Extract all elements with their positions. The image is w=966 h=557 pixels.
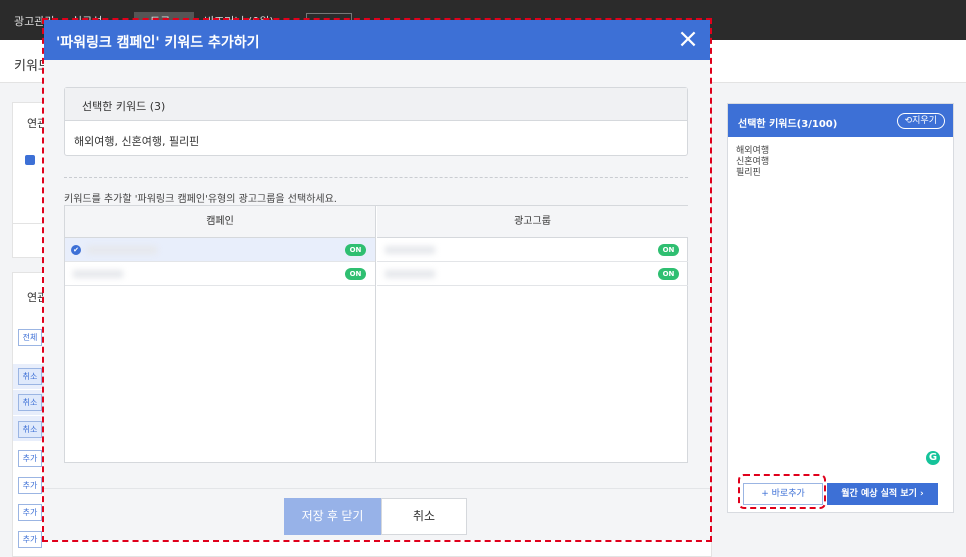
column-header: 광고그룹 [377,206,688,238]
selected-keywords-side-panel: 선택한 키워드(3/100) ⟲지우기 해외여행 신혼여행 필리핀 G + 바로… [727,103,954,513]
selected-keywords-content: 해외여행, 신혼여행, 필리핀 [74,135,200,148]
blurred-campaign-name [87,246,157,254]
on-status-badge: ON [345,244,366,256]
divider [64,177,688,178]
side-panel-header: 선택한 키워드(3/100) ⟲지우기 [728,104,953,137]
row-cancel-button[interactable]: 취소 [18,394,42,411]
add-now-button[interactable]: + 바로추가 [743,483,823,505]
modal-header: '파워링크 캠페인' 키워드 추가하기 × [44,20,710,60]
campaign-column: 캠페인 ✔ ON ON [65,206,376,462]
selected-keyword-list: 해외여행 신혼여행 필리핀 [736,146,769,179]
select-all-button[interactable]: 전체 [18,329,42,346]
adgroup-row[interactable]: ON [377,262,688,286]
row-add-button[interactable]: 추가 [18,477,42,494]
list-item: 해외여행 [736,146,770,156]
on-status-badge: ON [658,268,679,280]
list-item: 신혼여행 [736,157,770,167]
modal-title: '파워링크 캠페인' 키워드 추가하기 [56,35,260,51]
clear-button[interactable]: ⟲지우기 [896,113,945,129]
campaign-row[interactable]: ON [65,262,375,286]
list-item: 필리핀 [736,168,761,178]
adgroup-column: 광고그룹 ON ON [377,206,688,462]
cancel-button[interactable]: 취소 [381,498,467,535]
close-icon[interactable]: × [674,24,702,54]
adgroup-row[interactable]: ON [377,238,688,262]
add-keyword-modal: '파워링크 캠페인' 키워드 추가하기 × 선택한 키워드 (3) 해외여행, … [44,20,710,540]
monthly-forecast-button[interactable]: 월간 예상 실적 보기 › [827,483,938,505]
checkbox[interactable] [25,155,35,165]
blurred-adgroup-name [385,270,435,278]
row-add-button[interactable]: 추가 [18,531,42,548]
column-header: 캠페인 [65,206,375,238]
blurred-adgroup-name [385,246,435,254]
instruction-text: 키워드를 추가할 '파워링크 캠페인'유형의 광고그룹을 선택하세요. [64,194,337,205]
on-status-badge: ON [345,268,366,280]
row-cancel-button[interactable]: 취소 [18,368,42,385]
save-and-close-button[interactable]: 저장 후 닫기 [284,498,381,535]
selected-keywords-title: 선택한 키워드 (3) [82,100,166,113]
selected-keywords-box: 선택한 키워드 (3) 해외여행, 신혼여행, 필리핀 [64,87,688,156]
row-add-button[interactable]: 추가 [18,450,42,467]
campaign-row[interactable]: ✔ ON [65,238,375,262]
row-cancel-button[interactable]: 취소 [18,421,42,438]
modal-footer: 저장 후 닫기 취소 [44,488,710,540]
check-icon: ✔ [71,245,81,255]
selected-keywords-header: 선택한 키워드 (3) [65,88,687,121]
blurred-campaign-name [73,270,123,278]
grammarly-icon[interactable]: G [926,451,940,465]
side-panel-title: 선택한 키워드(3/100) [738,119,838,130]
on-status-badge: ON [658,244,679,256]
campaign-adgroup-grid: 캠페인 ✔ ON ON 광고그룹 ON ON [64,205,688,463]
row-add-button[interactable]: 추가 [18,504,42,521]
